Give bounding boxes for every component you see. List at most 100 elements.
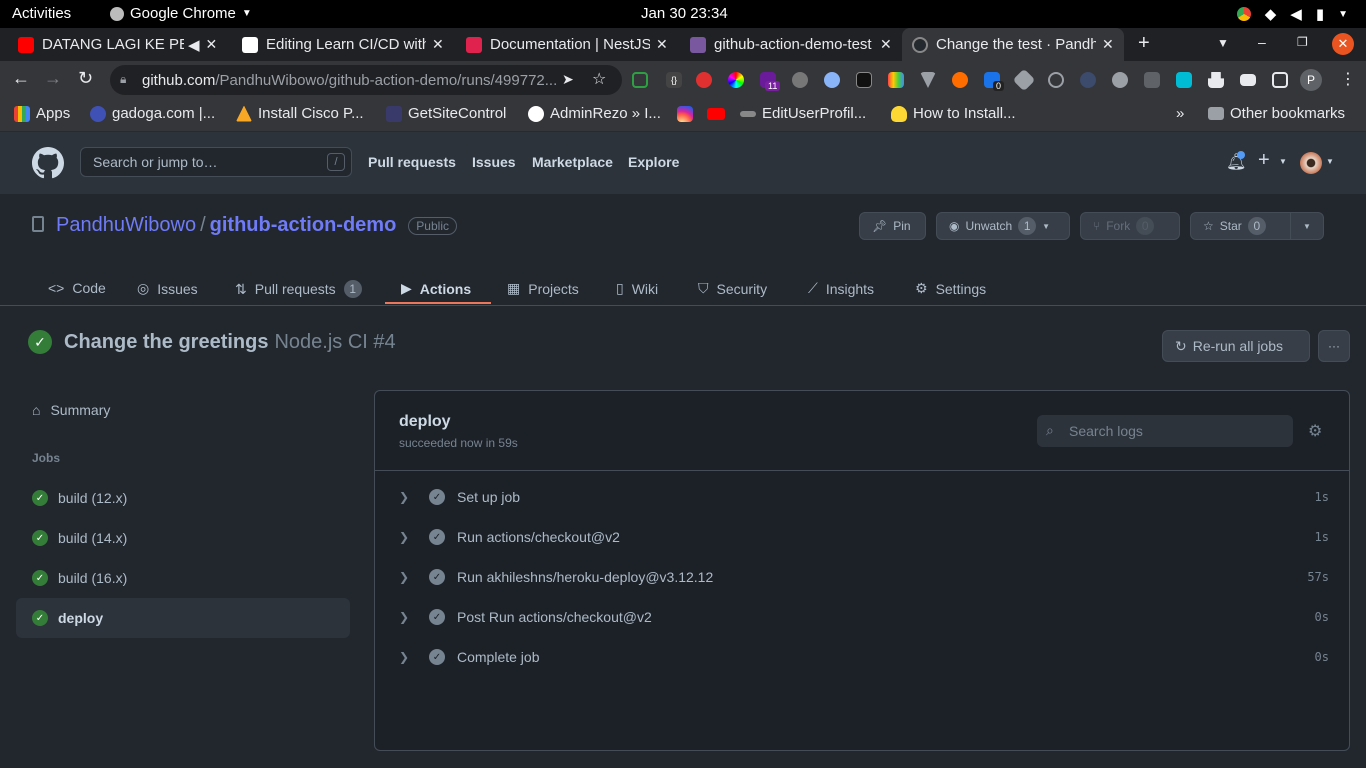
side-panel-icon[interactable]	[1272, 72, 1288, 88]
nav-marketplace[interactable]: Marketplace	[532, 154, 613, 170]
fork-button[interactable]: ⑂ Fork 0	[1080, 212, 1180, 240]
pin-button[interactable]: 📌︎ Pin	[859, 212, 926, 240]
pen-extension-icon[interactable]	[1176, 72, 1192, 88]
close-tab-icon[interactable]: ✕	[206, 36, 218, 53]
git-extension-icon[interactable]	[1012, 68, 1036, 92]
log-step[interactable]: ❯ ✓ Complete job 0s	[399, 637, 1329, 677]
react-devtools-icon[interactable]	[1048, 72, 1064, 88]
log-step[interactable]: ❯ ✓ Post Run actions/checkout@v2 0s	[399, 597, 1329, 637]
nav-issues[interactable]: Issues	[472, 154, 516, 170]
tab-wiki[interactable]: ▯ Wiki	[616, 280, 658, 297]
bookmark-star-icon[interactable]: ☆	[592, 69, 606, 89]
gear-icon[interactable]: ⚙	[1308, 421, 1322, 441]
tab-code[interactable]: <> Code	[48, 280, 106, 296]
c-extension-icon[interactable]	[1144, 72, 1160, 88]
sidebar-job-deploy[interactable]: ✓ deploy	[16, 598, 350, 638]
globe-extension-icon[interactable]	[1112, 72, 1128, 88]
profile-avatar-icon[interactable]: P	[1300, 69, 1322, 91]
gear-extension-icon[interactable]	[792, 72, 808, 88]
github-logo-icon[interactable]	[32, 147, 64, 179]
a-extension-icon[interactable]	[1080, 72, 1096, 88]
chrome-menu-icon[interactable]: ⋮	[1340, 69, 1356, 89]
tab-search-icon[interactable]: ▼	[1217, 36, 1229, 50]
adblock-plus-icon[interactable]	[696, 72, 712, 88]
minimize-icon[interactable]: –	[1258, 34, 1266, 50]
tab-pull-requests[interactable]: ⇅ Pull requests 1	[235, 280, 362, 298]
close-tab-icon[interactable]: ✕	[656, 36, 668, 53]
browser-tab-1[interactable]: DATANG LAGI KE PERNIKAHAN ◀ ✕	[8, 28, 230, 61]
activities-button[interactable]: Activities	[12, 5, 71, 22]
color-picker-icon[interactable]	[728, 72, 744, 88]
close-tab-icon[interactable]: ✕	[1102, 36, 1114, 53]
repo-name-link[interactable]: github-action-demo	[210, 214, 397, 237]
clock[interactable]: Jan 30 23:34	[641, 5, 728, 22]
palette-extension-icon[interactable]	[888, 72, 904, 88]
tab-insights[interactable]: ⟋ Insights	[808, 280, 874, 297]
app-menu[interactable]: Google Chrome ▼	[110, 5, 252, 22]
nav-pull-requests[interactable]: Pull requests	[368, 154, 456, 170]
tab-settings[interactable]: ⚙ Settings	[915, 280, 986, 297]
browser-tab-3[interactable]: Documentation | NestJS ✕	[456, 28, 678, 61]
system-tray[interactable]: ◆ ◀ ▮ ▼	[1236, 5, 1348, 23]
search-icon: ⌕	[1046, 422, 1054, 438]
address-bar[interactable]: 🔒︎ github.com/PandhuWibowo/github-action…	[110, 65, 622, 95]
maximize-icon[interactable]: ❐	[1297, 35, 1308, 49]
sidebar-job-build-14[interactable]: ✓ build (14.x)	[16, 518, 350, 558]
reading-list-icon[interactable]	[1240, 74, 1256, 86]
search-logs-input[interactable]: ⌕ Search logs	[1037, 415, 1293, 447]
user-avatar[interactable]	[1300, 152, 1322, 174]
bookmark-how-to-install[interactable]: How to Install...	[891, 105, 1016, 122]
close-window-icon[interactable]: ✕	[1332, 33, 1354, 55]
graph-icon: ⟋	[808, 280, 818, 296]
orange-extension-icon[interactable]	[952, 72, 968, 88]
chevron-down-icon: ▼	[1326, 157, 1334, 166]
other-bookmarks-folder[interactable]: Other bookmarks	[1208, 105, 1345, 122]
sidebar-summary[interactable]: ⌂ Summary	[16, 390, 350, 430]
close-tab-icon[interactable]: ✕	[880, 36, 892, 53]
tab-security[interactable]: ⛉ Security	[698, 280, 767, 297]
star-button[interactable]: ☆ Star 0	[1190, 212, 1291, 240]
fl-extension-icon[interactable]	[856, 72, 872, 88]
screenshot-extension-icon[interactable]	[632, 72, 648, 88]
bookmark-edituserprofile[interactable]: EditUserProfil...	[740, 105, 866, 122]
browser-tab-4[interactable]: github-action-demo-test ✕	[680, 28, 902, 61]
bookmark-cisco[interactable]: Install Cisco P...	[236, 105, 364, 122]
rerun-all-jobs-button[interactable]: ↻ Re-run all jobs	[1162, 330, 1310, 362]
tab-projects[interactable]: ▦ Projects	[507, 280, 579, 297]
browser-tab-2[interactable]: Editing Learn CI/CD with GitHub ✕	[232, 28, 454, 61]
vue-devtools-icon[interactable]	[920, 72, 936, 88]
job-label: build (16.x)	[58, 570, 128, 586]
unwatch-button[interactable]: ◉ Unwatch 1 ▼	[936, 212, 1070, 240]
log-step[interactable]: ❯ ✓ Run akhileshns/heroku-deploy@v3.12.12…	[399, 557, 1329, 597]
new-tab-icon[interactable]: +	[1138, 32, 1150, 55]
bookmark-adminrezo[interactable]: AdminRezo » I...	[528, 105, 661, 122]
star-list-dropdown[interactable]: ▼	[1290, 212, 1324, 240]
tab-issues[interactable]: ◎ Issues	[137, 280, 198, 297]
lighthouse-icon[interactable]	[824, 72, 840, 88]
forward-icon[interactable]: →	[44, 68, 62, 89]
log-step[interactable]: ❯ ✓ Set up job 1s	[399, 477, 1329, 517]
sidebar-job-build-16[interactable]: ✓ build (16.x)	[16, 558, 350, 598]
sidebar-job-build-12[interactable]: ✓ build (12.x)	[16, 478, 350, 518]
send-icon[interactable]: ➤	[562, 71, 574, 88]
tab-actions[interactable]: ▶ Actions	[401, 280, 471, 297]
bookmark-gadoga[interactable]: gadoga.com |...	[90, 105, 215, 122]
log-step[interactable]: ❯ ✓ Run actions/checkout@v2 1s	[399, 517, 1329, 557]
json-extension-icon[interactable]: {}	[666, 72, 682, 88]
back-icon[interactable]: ←	[12, 68, 30, 89]
create-new-icon[interactable]: +	[1258, 149, 1270, 172]
nav-explore[interactable]: Explore	[628, 154, 679, 170]
more-options-button[interactable]: ···	[1318, 330, 1350, 362]
close-tab-icon[interactable]: ✕	[432, 36, 444, 53]
browser-tab-5-active[interactable]: Change the test · PandhuWibowo ✕	[902, 28, 1124, 61]
bookmark-apps[interactable]: Apps	[14, 105, 70, 122]
pull-request-icon: ⇅	[235, 280, 247, 297]
extensions-puzzle-icon[interactable]	[1208, 72, 1224, 88]
instagram-icon[interactable]	[677, 106, 693, 122]
github-search-input[interactable]: Search or jump to… /	[80, 147, 352, 177]
bookmark-getsitecontrol[interactable]: GetSiteControl	[386, 105, 506, 122]
youtube-icon[interactable]	[707, 108, 725, 120]
reload-icon[interactable]: ↻	[78, 68, 93, 89]
repo-owner-link[interactable]: PandhuWibowo	[56, 214, 196, 237]
more-bookmarks-button[interactable]: »	[1176, 105, 1184, 122]
